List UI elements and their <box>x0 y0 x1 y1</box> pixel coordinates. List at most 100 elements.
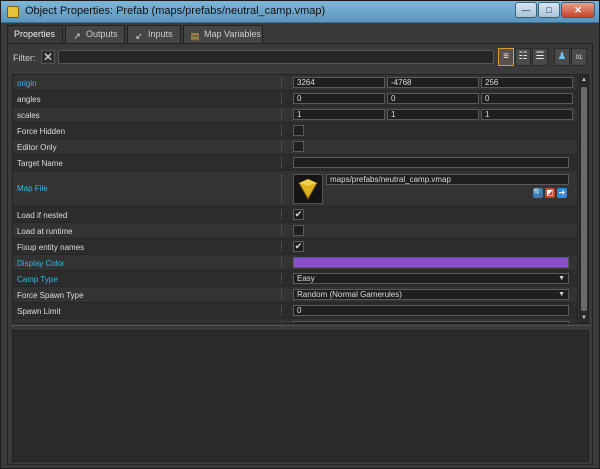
grouped-view-button[interactable]: ☷ <box>515 48 531 66</box>
column-grip[interactable] <box>281 157 284 168</box>
property-row-scales: scales 1 1 1 <box>13 107 577 123</box>
property-row-target-name: Target Name <box>13 155 577 171</box>
editor-only-checkbox[interactable] <box>293 141 304 152</box>
scrollbar-thumb[interactable] <box>581 87 587 311</box>
scales-x-field[interactable]: 1 <box>293 109 385 120</box>
property-label: Camp Type <box>17 275 58 284</box>
property-row-display-color: Display Color <box>13 255 577 271</box>
property-row-camp-type: Camp Type Easy ▼ <box>13 271 577 287</box>
column-grip[interactable] <box>281 289 284 300</box>
property-row-load-at-runtime: Load at runtime <box>13 223 577 239</box>
object-properties-window: Object Properties: Prefab (maps/prefabs/… <box>0 0 600 469</box>
property-label: Display Color <box>17 259 65 268</box>
load-at-runtime-checkbox[interactable] <box>293 225 304 236</box>
map-variables-icon: ▤ <box>190 31 200 41</box>
help-description-panel <box>12 330 589 462</box>
property-label: Editor Only <box>17 143 57 152</box>
camp-type-value: Easy <box>297 274 315 283</box>
partial-field[interactable] <box>293 321 569 323</box>
tab-outputs[interactable]: ↗ Outputs <box>65 25 125 43</box>
tab-map-variables[interactable]: ▤ Map Variables <box>183 25 263 43</box>
property-row-editor-only: Editor Only <box>13 139 577 155</box>
column-grip[interactable] <box>281 241 284 252</box>
column-grip[interactable] <box>281 209 284 220</box>
close-button[interactable]: ✕ <box>561 2 595 18</box>
origin-x-field[interactable]: 3264 <box>293 77 385 88</box>
open-map-icon[interactable]: ◩ <box>545 188 555 198</box>
property-label: scales <box>17 111 40 120</box>
tab-label: Inputs <box>148 29 173 39</box>
binary-view-icon: 01 <box>575 55 583 61</box>
title-bar[interactable]: Object Properties: Prefab (maps/prefabs/… <box>1 1 599 23</box>
property-label: origin <box>17 79 37 88</box>
property-grid: origin 3264 -4768 256 angles 0 0 0 scale… <box>12 74 578 324</box>
angles-roll-field[interactable]: 0 <box>481 93 573 104</box>
property-label: Target Name <box>17 159 63 168</box>
column-grip[interactable] <box>281 305 284 316</box>
tab-properties[interactable]: Properties <box>7 25 63 44</box>
property-row-map-file: Map File maps/prefabs/neutral_camp.vmap … <box>13 171 577 207</box>
map-file-thumbnail <box>293 174 323 204</box>
force-spawn-type-dropdown[interactable]: Random (Normal Gamerules) ▼ <box>293 289 569 300</box>
scales-y-field[interactable]: 1 <box>387 109 479 120</box>
property-label: Spawn Limit <box>17 307 61 316</box>
property-row-force-hidden: Force Hidden <box>13 123 577 139</box>
panel-splitter[interactable] <box>12 325 589 329</box>
fixup-entity-names-checkbox[interactable]: ✔ <box>293 241 304 252</box>
tab-inputs[interactable]: ↙ Inputs <box>127 25 181 43</box>
property-row-angles: angles 0 0 0 <box>13 91 577 107</box>
scales-z-field[interactable]: 1 <box>481 109 573 120</box>
grouped-view-icon: ☷ <box>518 51 528 62</box>
minimize-button[interactable]: — <box>515 2 537 18</box>
tab-label: Map Variables <box>204 29 261 39</box>
property-row-load-if-nested: Load if nested ✔ <box>13 207 577 223</box>
property-grid-scrollbar[interactable]: ▲ ▼ <box>579 74 589 324</box>
filter-clear-button[interactable]: ✕ <box>41 50 55 64</box>
chevron-down-icon: ▼ <box>558 275 565 282</box>
column-grip[interactable] <box>281 125 284 136</box>
origin-z-field[interactable]: 256 <box>481 77 573 88</box>
inputs-arrow-icon: ↙ <box>135 31 143 41</box>
detail-view-button[interactable]: ☰ <box>532 48 548 66</box>
property-row-spawn-limit: Spawn Limit 0 <box>13 303 577 319</box>
column-grip[interactable] <box>281 225 284 236</box>
prefab-preview-icon <box>298 179 318 201</box>
target-name-field[interactable] <box>293 157 569 168</box>
filter-label: Filter: <box>13 53 36 63</box>
app-icon <box>7 6 19 18</box>
property-label: Map File <box>17 184 48 193</box>
column-grip[interactable] <box>281 109 284 120</box>
angles-pitch-field[interactable]: 0 <box>293 93 385 104</box>
property-row-force-spawn-type: Force Spawn Type Random (Normal Gamerule… <box>13 287 577 303</box>
column-grip[interactable] <box>281 175 284 203</box>
column-grip[interactable] <box>281 141 284 152</box>
browse-icon[interactable]: 🔍 <box>533 188 543 198</box>
column-grip[interactable] <box>281 273 284 284</box>
list-view-button[interactable]: ≡ <box>498 48 514 66</box>
column-grip[interactable] <box>281 321 284 323</box>
map-file-field[interactable]: maps/prefabs/neutral_camp.vmap <box>326 174 569 185</box>
property-label: Fixup entity names <box>17 243 85 252</box>
outputs-arrow-icon: ↗ <box>73 31 81 41</box>
angles-yaw-field[interactable]: 0 <box>387 93 479 104</box>
origin-y-field[interactable]: -4768 <box>387 77 479 88</box>
load-if-nested-checkbox[interactable]: ✔ <box>293 209 304 220</box>
property-label: angles <box>17 95 41 104</box>
property-label: Load at runtime <box>17 227 73 236</box>
column-grip[interactable] <box>281 77 284 88</box>
scroll-down-icon[interactable]: ▼ <box>580 313 588 323</box>
column-grip[interactable] <box>281 257 284 268</box>
filter-input[interactable] <box>58 50 494 64</box>
tab-label: Properties <box>14 29 56 39</box>
camp-type-dropdown[interactable]: Easy ▼ <box>293 273 569 284</box>
goto-map-icon[interactable]: ➜ <box>557 188 567 198</box>
display-color-swatch[interactable] <box>293 257 569 268</box>
scroll-up-icon[interactable]: ▲ <box>580 75 588 85</box>
maximize-button[interactable]: □ <box>538 2 560 18</box>
spawn-limit-field[interactable]: 0 <box>293 305 569 316</box>
pick-entity-button[interactable]: ♟ <box>554 48 570 66</box>
force-hidden-checkbox[interactable] <box>293 125 304 136</box>
column-grip[interactable] <box>281 93 284 104</box>
close-icon: ✕ <box>42 50 54 64</box>
binary-view-button[interactable]: 01 <box>571 48 587 66</box>
